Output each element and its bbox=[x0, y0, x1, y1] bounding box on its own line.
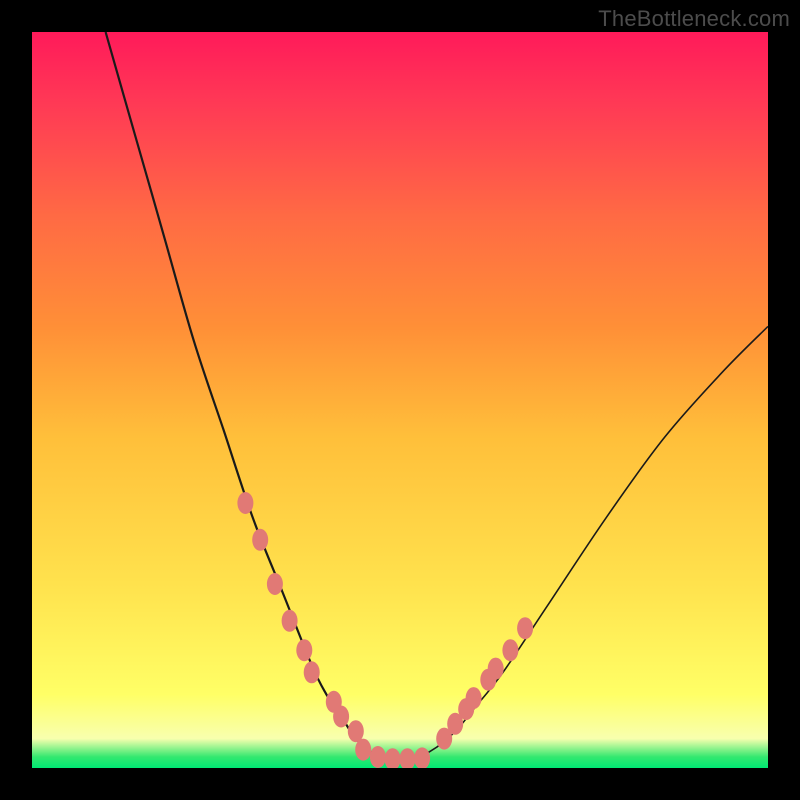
data-point bbox=[355, 739, 371, 761]
data-point bbox=[488, 658, 504, 680]
data-point bbox=[502, 639, 518, 661]
plot-area bbox=[32, 32, 768, 768]
data-point bbox=[304, 661, 320, 683]
data-point bbox=[466, 687, 482, 709]
points-group bbox=[237, 492, 533, 768]
data-point bbox=[237, 492, 253, 514]
chart-stage: TheBottleneck.com bbox=[0, 0, 800, 800]
data-point bbox=[333, 706, 349, 728]
data-point bbox=[517, 617, 533, 639]
left-branch-curve bbox=[106, 32, 400, 761]
curve-group bbox=[106, 32, 768, 761]
data-point bbox=[385, 748, 401, 768]
data-point bbox=[267, 573, 283, 595]
data-point bbox=[282, 610, 298, 632]
data-point bbox=[370, 746, 386, 768]
watermark-text: TheBottleneck.com bbox=[598, 6, 790, 32]
chart-svg bbox=[32, 32, 768, 768]
data-point bbox=[399, 748, 415, 768]
right-branch-curve bbox=[400, 326, 768, 760]
data-point bbox=[252, 529, 268, 551]
data-point bbox=[414, 747, 430, 768]
data-point bbox=[296, 639, 312, 661]
